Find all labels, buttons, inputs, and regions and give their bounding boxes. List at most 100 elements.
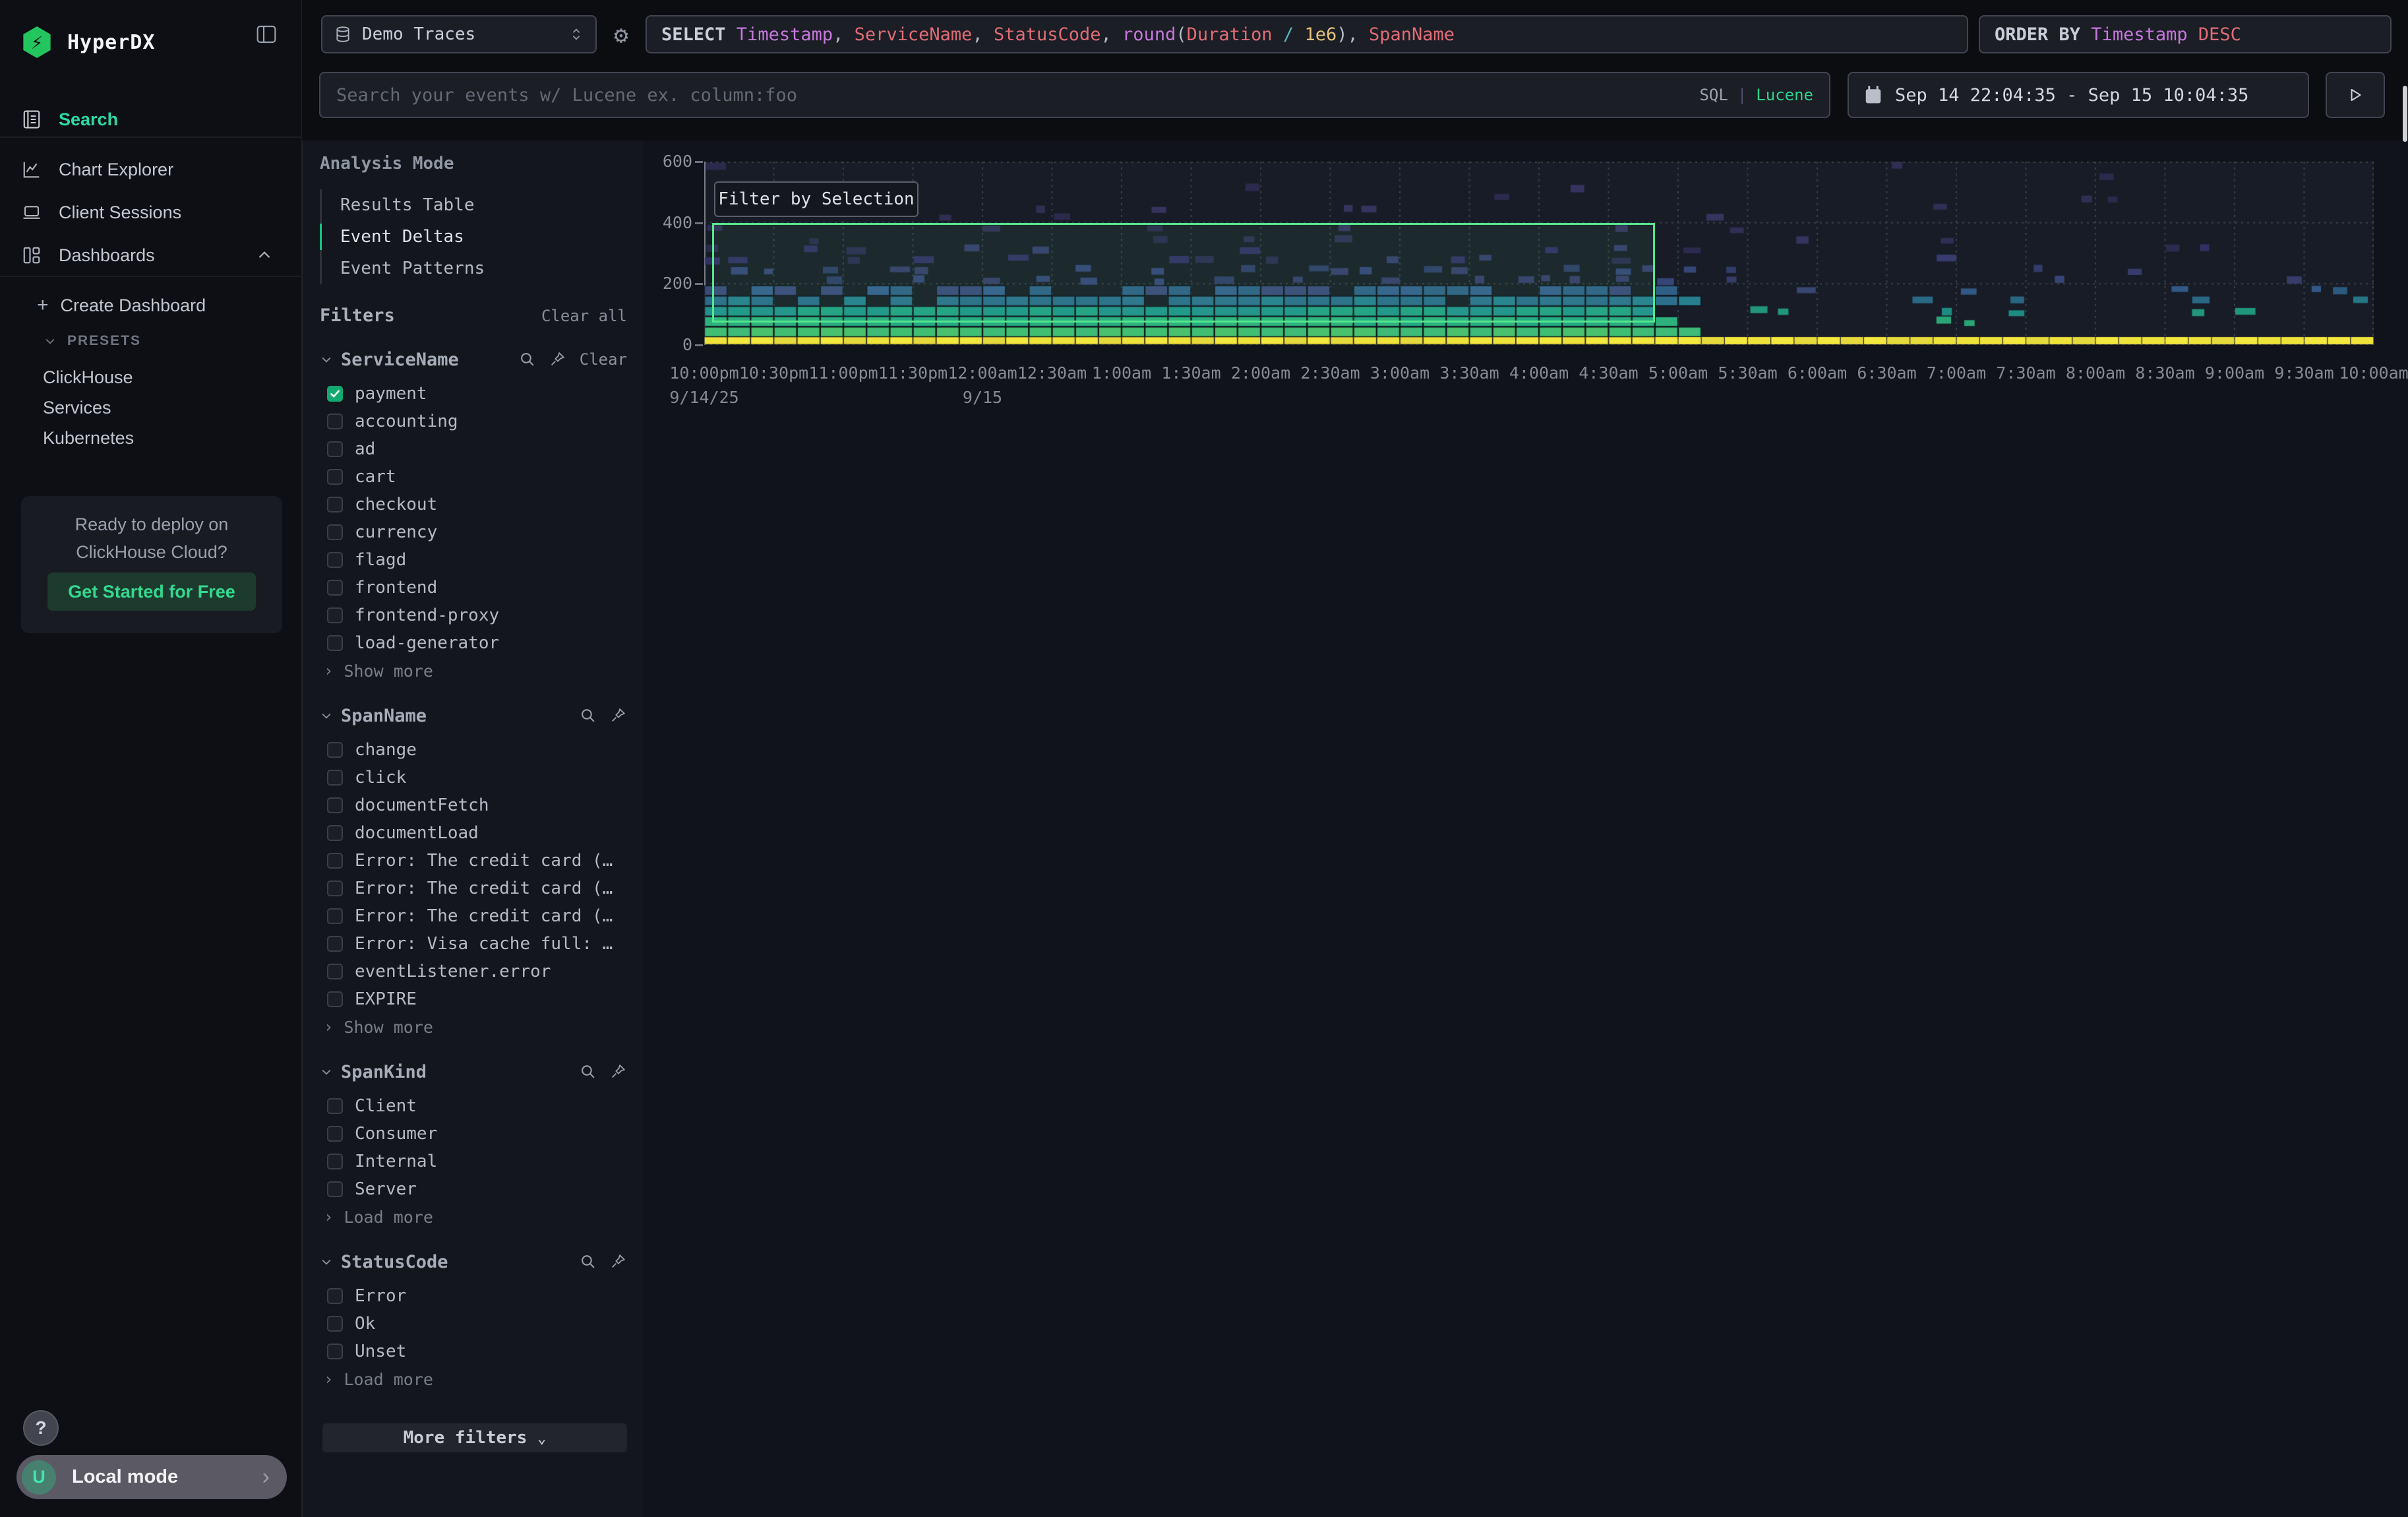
filter-option-documentload[interactable]: documentLoad [320,819,627,847]
filter-by-selection-tooltip[interactable]: Filter by Selection [714,181,918,217]
chevron-down-icon[interactable] [320,1065,333,1078]
checkbox[interactable] [327,991,343,1007]
checkbox[interactable] [327,797,343,813]
show-more-link[interactable]: ›Load more [320,1206,627,1228]
filter-option-currency[interactable]: currency [320,518,627,546]
search-icon[interactable] [580,1063,597,1080]
filter-option-documentfetch[interactable]: documentFetch [320,791,627,819]
create-dashboard-button[interactable]: + Create Dashboard [0,289,302,322]
checkbox[interactable] [327,853,343,869]
filter-option-click[interactable]: click [320,764,627,791]
checkbox[interactable] [327,1154,343,1169]
sidebar-item-search[interactable]: Search [0,99,302,140]
analysis-tab-event-deltas[interactable]: Event Deltas [322,221,627,253]
filter-option-consumer[interactable]: Consumer [320,1120,627,1148]
show-more-link[interactable]: ›Load more [320,1368,627,1390]
search-icon[interactable] [580,707,597,724]
filter-option-ad[interactable]: ad [320,435,627,463]
filter-option-client[interactable]: Client [320,1092,627,1120]
checkbox[interactable] [327,1126,343,1142]
chevron-down-icon[interactable] [320,353,333,366]
checkbox[interactable] [327,908,343,924]
sidebar-item-client-sessions[interactable]: Client Sessions [0,192,302,233]
filter-option-error[interactable]: Error [320,1282,627,1310]
checkbox[interactable] [327,469,343,485]
date-range-picker[interactable]: Sep 14 22:04:35 - Sep 15 10:04:35 [1848,72,2309,118]
presets-toggle[interactable]: PRESETS [0,325,302,357]
local-mode-menu[interactable]: U Local mode › [16,1455,287,1499]
checkbox[interactable] [327,936,343,952]
search-bar[interactable]: SQL | Lucene [319,72,1830,118]
checkbox[interactable] [327,497,343,512]
filter-option-frontend[interactable]: frontend [320,574,627,602]
run-search-button[interactable] [2326,72,2385,118]
checkbox[interactable] [327,635,343,651]
chevron-up-icon[interactable] [256,247,273,264]
show-more-link[interactable]: ›Show more [320,660,627,682]
sidebar-item-dashboards[interactable]: Dashboards [0,235,302,276]
filter-option-internal[interactable]: Internal [320,1148,627,1175]
checkbox[interactable] [327,881,343,896]
clear-all-button[interactable]: Clear all [541,307,627,325]
pin-icon[interactable] [549,351,566,368]
checkbox[interactable] [327,524,343,540]
gear-icon[interactable]: ⚙ [604,18,638,52]
filter-option-accounting[interactable]: accounting [320,408,627,435]
filter-option-change[interactable]: change [320,736,627,764]
filter-option-eventlistener-error[interactable]: eventListener.error [320,958,627,985]
get-started-button[interactable]: Get Started for Free [47,573,256,611]
search-icon[interactable] [580,1253,597,1270]
more-filters-button[interactable]: More filters ⌄ [322,1423,627,1452]
scrollbar-thumb[interactable] [2403,86,2407,142]
checkbox[interactable] [327,964,343,979]
sidebar-collapse-icon[interactable] [256,24,277,45]
order-by-input[interactable]: ORDER BY Timestamp DESC [1979,15,2392,53]
show-more-link[interactable]: ›Show more [320,1016,627,1038]
filter-option-payment[interactable]: payment [320,380,627,408]
sql-toggle[interactable]: SQL [1699,86,1728,104]
chevron-down-icon[interactable] [320,709,333,722]
checkbox[interactable] [327,414,343,429]
checkbox[interactable] [327,770,343,786]
filter-option-frontend-proxy[interactable]: frontend-proxy [320,602,627,629]
pin-icon[interactable] [610,1063,627,1080]
sql-select-input[interactable]: SELECT Timestamp, ServiceName, StatusCod… [646,15,1968,53]
checkbox[interactable] [327,1181,343,1197]
sidebar-item-clickhouse[interactable]: ClickHouse [0,361,302,394]
search-input[interactable] [336,85,1699,106]
analysis-tab-event-patterns[interactable]: Event Patterns [322,253,627,284]
filter-option-server[interactable]: Server [320,1175,627,1203]
filter-option-load-generator[interactable]: load-generator [320,629,627,657]
filter-option-checkout[interactable]: checkout [320,491,627,518]
filter-option-flagd[interactable]: flagd [320,546,627,574]
checkbox[interactable] [327,1098,343,1114]
chart-selection-rect[interactable] [712,223,1656,323]
checkbox[interactable] [327,607,343,623]
checkbox-checked[interactable] [327,386,343,402]
checkbox[interactable] [327,580,343,596]
filter-option-unset[interactable]: Unset [320,1338,627,1365]
sidebar-item-services[interactable]: Services [0,391,302,424]
help-button[interactable]: ? [23,1410,59,1446]
filter-option-expire[interactable]: EXPIRE [320,985,627,1013]
filter-option-cart[interactable]: cart [320,463,627,491]
checkbox[interactable] [327,742,343,758]
filter-option-error-the-credit-card[interactable]: Error: The credit card (… [320,875,627,902]
checkbox[interactable] [327,1288,343,1304]
pin-icon[interactable] [610,1253,627,1270]
analysis-tab-results-table[interactable]: Results Table [322,189,627,221]
filter-option-error-the-credit-card[interactable]: Error: The credit card (… [320,902,627,930]
chevron-down-icon[interactable] [320,1255,333,1268]
filter-option-error-visa-cache-full[interactable]: Error: Visa cache full: … [320,930,627,958]
filter-option-error-the-credit-card[interactable]: Error: The credit card (… [320,847,627,875]
checkbox[interactable] [327,1344,343,1359]
lucene-toggle[interactable]: Lucene [1756,86,1813,104]
search-icon[interactable] [519,351,536,368]
source-select[interactable]: Demo Traces [321,15,597,53]
checkbox[interactable] [327,825,343,841]
checkbox[interactable] [327,552,343,568]
checkbox[interactable] [327,441,343,457]
sidebar-item-chart-explorer[interactable]: Chart Explorer [0,149,302,190]
sidebar-item-kubernetes[interactable]: Kubernetes [0,421,302,454]
pin-icon[interactable] [610,707,627,724]
